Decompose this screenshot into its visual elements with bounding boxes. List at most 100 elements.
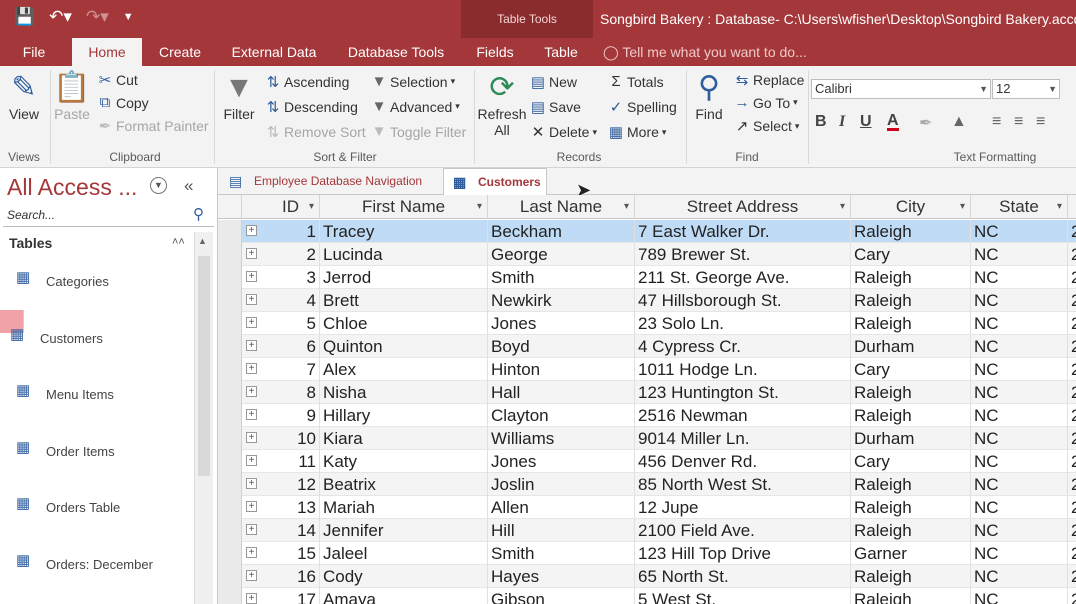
cell-state[interactable]: NC xyxy=(971,358,1068,381)
record-selector[interactable] xyxy=(218,473,242,496)
record-selector[interactable] xyxy=(218,427,242,450)
column-header-street-address[interactable]: Street Address ▾ xyxy=(635,195,851,219)
table-row[interactable]: +14JenniferHill2100 Field Ave.RaleighNC2 xyxy=(218,519,1076,542)
align-right-icon[interactable]: ≡ xyxy=(1036,113,1045,131)
expand-subdatasheet-icon[interactable]: + xyxy=(246,363,257,374)
font-size-select[interactable]: 12 ▼ xyxy=(992,79,1060,99)
descending-button[interactable]: ⇅ Descending xyxy=(265,98,358,116)
refresh-all-button[interactable]: ⟳ Refresh All xyxy=(477,70,526,138)
fill-color-icon[interactable]: ▲ xyxy=(951,113,967,131)
cell-zip[interactable]: 2 xyxy=(1068,496,1076,519)
cell-street-address[interactable]: 85 North West St. xyxy=(635,473,851,496)
column-header-city[interactable]: City ▾ xyxy=(851,195,971,219)
expand-subdatasheet-icon[interactable]: + xyxy=(246,294,257,305)
cell-state[interactable]: NC xyxy=(971,496,1068,519)
cell-state[interactable]: NC xyxy=(971,542,1068,565)
cell-id[interactable]: 7 xyxy=(262,358,320,381)
record-selector[interactable] xyxy=(218,243,242,266)
paste-button[interactable]: 📋 Paste xyxy=(53,70,90,122)
cell-id[interactable]: 9 xyxy=(262,404,320,427)
cell-city[interactable]: Raleigh xyxy=(851,381,971,404)
cell-state[interactable]: NC xyxy=(971,381,1068,404)
cell-zip[interactable]: 2 xyxy=(1068,588,1076,604)
expand-subdatasheet-icon[interactable]: + xyxy=(246,386,257,397)
column-header-first-name[interactable]: First Name ▾ xyxy=(320,195,488,219)
ascending-button[interactable]: ⇅ Ascending xyxy=(265,73,350,91)
expand-subdatasheet-icon[interactable]: + xyxy=(246,455,257,466)
cell-zip[interactable]: 2 xyxy=(1068,450,1076,473)
cell-zip[interactable]: 2 xyxy=(1068,289,1076,312)
cell-city[interactable]: Raleigh xyxy=(851,588,971,604)
scrollbar-thumb[interactable] xyxy=(198,256,210,476)
cell-id[interactable]: 13 xyxy=(262,496,320,519)
cell-id[interactable]: 10 xyxy=(262,427,320,450)
cell-first-name[interactable]: Beatrix xyxy=(320,473,488,496)
expand-subdatasheet-icon[interactable]: + xyxy=(246,248,257,259)
cell-state[interactable]: NC xyxy=(971,450,1068,473)
font-color-icon[interactable]: A xyxy=(887,113,899,131)
table-row[interactable]: +9HillaryClayton2516 NewmanRaleighNC2 xyxy=(218,404,1076,427)
table-row[interactable]: +15 Jaleel Smith 123 Hill Top Drive Garner NC… xyxy=(218,542,1076,565)
cell-street-address[interactable]: 2100 Field Ave. xyxy=(635,519,851,542)
column-dropdown-icon[interactable]: ▾ xyxy=(960,195,965,219)
cell-zip[interactable]: 2 xyxy=(1068,243,1076,266)
cell-first-name[interactable]: Brett xyxy=(320,289,488,312)
cell-zip[interactable]: 2 xyxy=(1068,312,1076,335)
filter-button[interactable]: ▼ Filter xyxy=(220,70,258,122)
table-row[interactable]: +17AmayaGibson5 West St.RaleighNC2 xyxy=(218,588,1076,604)
datasheet-grid[interactable]: ID ▾ First Name ▾ Last Name ▾ Street Address ▾ C… xyxy=(218,195,1076,604)
cell-street-address[interactable]: 789 Brewer St. xyxy=(635,243,851,266)
cell-first-name[interactable]: Quinton xyxy=(320,335,488,358)
nav-item-customers[interactable]: ▦ Customers xyxy=(0,310,103,346)
cell-first-name[interactable]: Nisha xyxy=(320,381,488,404)
cell-last-name[interactable]: Hill xyxy=(488,519,635,542)
nav-search-input[interactable]: Search... xyxy=(3,205,214,227)
copy-button[interactable]: ⧉ Copy xyxy=(97,94,149,111)
table-row[interactable]: +1 Tracey Beckham 7 East Walker Dr. Raleigh N… xyxy=(218,220,1076,243)
record-selector[interactable] xyxy=(218,519,242,542)
cell-id[interactable]: 1 xyxy=(262,220,320,243)
cell-street-address[interactable]: 123 Huntington St. xyxy=(635,381,851,404)
collapse-nav-icon[interactable]: « xyxy=(184,176,193,196)
record-selector[interactable] xyxy=(218,335,242,358)
column-dropdown-icon[interactable]: ▾ xyxy=(1057,195,1062,219)
cell-last-name[interactable]: Gibson xyxy=(488,588,635,604)
cell-city[interactable]: Raleigh xyxy=(851,404,971,427)
tab-database-tools[interactable]: Database Tools xyxy=(338,38,454,66)
cell-city[interactable]: Durham xyxy=(851,335,971,358)
view-button[interactable]: ✎ View xyxy=(6,70,42,122)
advanced-button[interactable]: ▼ Advanced ▾ xyxy=(371,98,460,115)
remove-sort-button[interactable]: ⇅ Remove Sort xyxy=(265,123,366,141)
cell-id[interactable]: 16 xyxy=(262,565,320,588)
cell-last-name[interactable]: Hayes xyxy=(488,565,635,588)
expand-subdatasheet-icon[interactable]: + xyxy=(246,547,257,558)
cell-last-name[interactable]: Boyd xyxy=(488,335,635,358)
expand-subdatasheet-icon[interactable]: + xyxy=(246,570,257,581)
save-record-button[interactable]: ▤ Save xyxy=(530,98,581,116)
cell-zip[interactable]: 2 xyxy=(1068,358,1076,381)
record-selector[interactable] xyxy=(218,312,242,335)
cell-state[interactable]: NC xyxy=(971,266,1068,289)
cell-street-address[interactable]: 2516 Newman xyxy=(635,404,851,427)
expand-subdatasheet-icon[interactable]: + xyxy=(246,409,257,420)
cell-id[interactable]: 6 xyxy=(262,335,320,358)
toggle-filter-button[interactable]: ▼ Toggle Filter xyxy=(371,123,467,140)
cell-first-name[interactable]: Jaleel xyxy=(320,542,488,565)
delete-record-button[interactable]: ✕ Delete ▾ xyxy=(530,123,597,141)
highlight-icon[interactable]: ✒ xyxy=(919,113,932,133)
nav-item-categories[interactable]: ▦ Categories xyxy=(6,253,194,308)
cell-id[interactable]: 3 xyxy=(262,266,320,289)
align-center-icon[interactable]: ≡ xyxy=(1014,113,1023,131)
cell-first-name[interactable]: Kiara xyxy=(320,427,488,450)
table-row[interactable]: +16CodyHayes65 North St.RaleighNC2 xyxy=(218,565,1076,588)
cell-zip[interactable]: 2 xyxy=(1068,266,1076,289)
bold-icon[interactable]: B xyxy=(815,113,827,131)
column-header-last-name[interactable]: Last Name ▾ xyxy=(488,195,635,219)
cell-street-address[interactable]: 1011 Hodge Ln. xyxy=(635,358,851,381)
tab-fields[interactable]: Fields xyxy=(468,38,522,66)
cell-city[interactable]: Cary xyxy=(851,358,971,381)
cell-id[interactable]: 2 xyxy=(262,243,320,266)
cell-street-address[interactable]: 23 Solo Ln. xyxy=(635,312,851,335)
cell-last-name[interactable]: Williams xyxy=(488,427,635,450)
nav-item-orders-december[interactable]: ▦ Orders: December xyxy=(6,536,194,591)
